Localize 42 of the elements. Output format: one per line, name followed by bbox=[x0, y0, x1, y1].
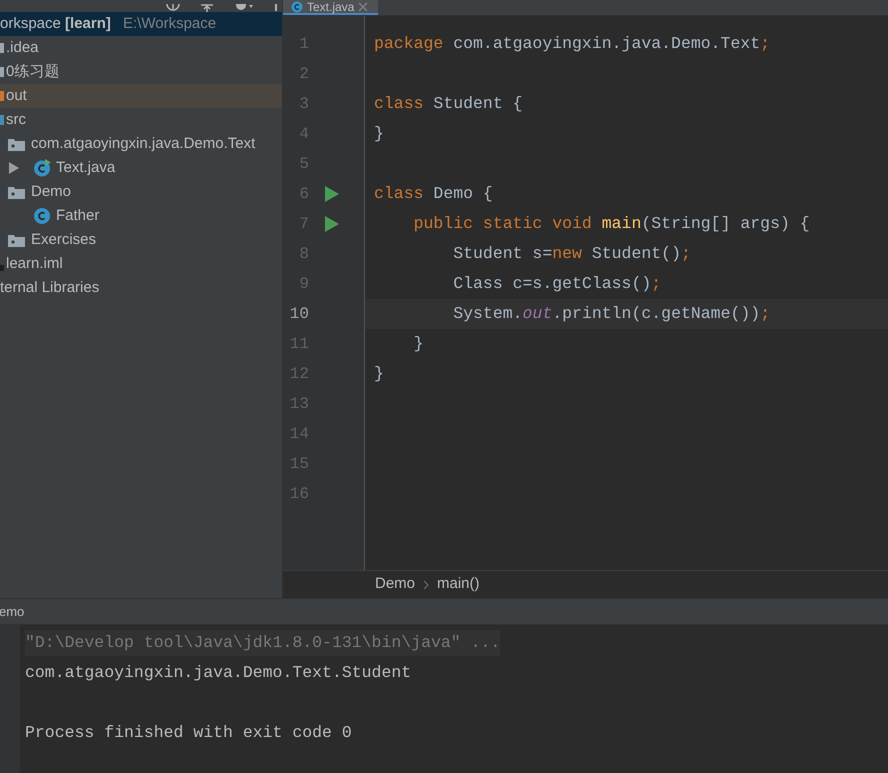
code-line: class Student { bbox=[374, 92, 523, 115]
code-line: } bbox=[412, 332, 424, 355]
code-line: Student s=new Student(); bbox=[452, 242, 691, 265]
code-line: Class c=s.getClass(); bbox=[452, 272, 662, 295]
class-icon bbox=[291, 0, 303, 12]
tree-item[interactable]: Father bbox=[56, 204, 100, 228]
class-icon bbox=[33, 159, 51, 177]
editor-tab[interactable]: Text.java bbox=[283, 0, 378, 15]
code-line: class Demo { bbox=[374, 182, 493, 205]
tree-item[interactable]: .idea bbox=[6, 36, 39, 60]
settings-icon[interactable] bbox=[234, 4, 254, 12]
console-line: com.atgaoyingxin.java.Demo.Text.Student bbox=[25, 662, 412, 684]
class-icon bbox=[33, 207, 51, 225]
close-icon bbox=[358, 2, 368, 12]
code-line: } bbox=[374, 122, 384, 145]
tree-item[interactable]: out bbox=[6, 84, 27, 108]
line-number: 10 bbox=[288, 304, 309, 325]
tree-item[interactable]: com.atgaoyingxin.java.Demo.Text bbox=[31, 132, 256, 156]
expand-arrow-icon[interactable] bbox=[9, 162, 19, 174]
tab-label: Text.java bbox=[307, 0, 354, 14]
collapse-icon[interactable] bbox=[200, 4, 214, 12]
tree-item[interactable]: Demo bbox=[31, 180, 72, 204]
tree-item[interactable]: orkspace [learn] bbox=[0, 12, 111, 36]
breadcrumb[interactable]: main() bbox=[437, 573, 480, 596]
code-line: } bbox=[374, 362, 384, 385]
tree-item[interactable]: Text.java bbox=[56, 156, 116, 180]
project-path: E:\Workspace bbox=[123, 14, 216, 34]
run-icon[interactable] bbox=[325, 216, 339, 232]
tree-item[interactable]: src bbox=[6, 108, 26, 132]
code-line: System.out.println(c.getName()); bbox=[452, 302, 770, 325]
tree-item[interactable]: learn.iml bbox=[6, 252, 63, 276]
breadcrumb[interactable]: Demo bbox=[375, 573, 416, 596]
run-icon[interactable] bbox=[325, 186, 339, 202]
console-line: Process finished with exit code 0 bbox=[25, 722, 352, 744]
tree-item[interactable]: 0练习题 bbox=[6, 60, 60, 84]
hide-icon[interactable] bbox=[274, 4, 278, 12]
tree-item[interactable]: Exercises bbox=[31, 228, 96, 252]
code-line: public static void main(String[] args) { bbox=[412, 212, 810, 235]
target-icon[interactable] bbox=[166, 4, 180, 12]
chevron-icon bbox=[423, 580, 430, 590]
code-line: package com.atgaoyingxin.java.Demo.Text; bbox=[374, 32, 770, 55]
tree-item[interactable]: ternal Libraries bbox=[0, 276, 100, 300]
